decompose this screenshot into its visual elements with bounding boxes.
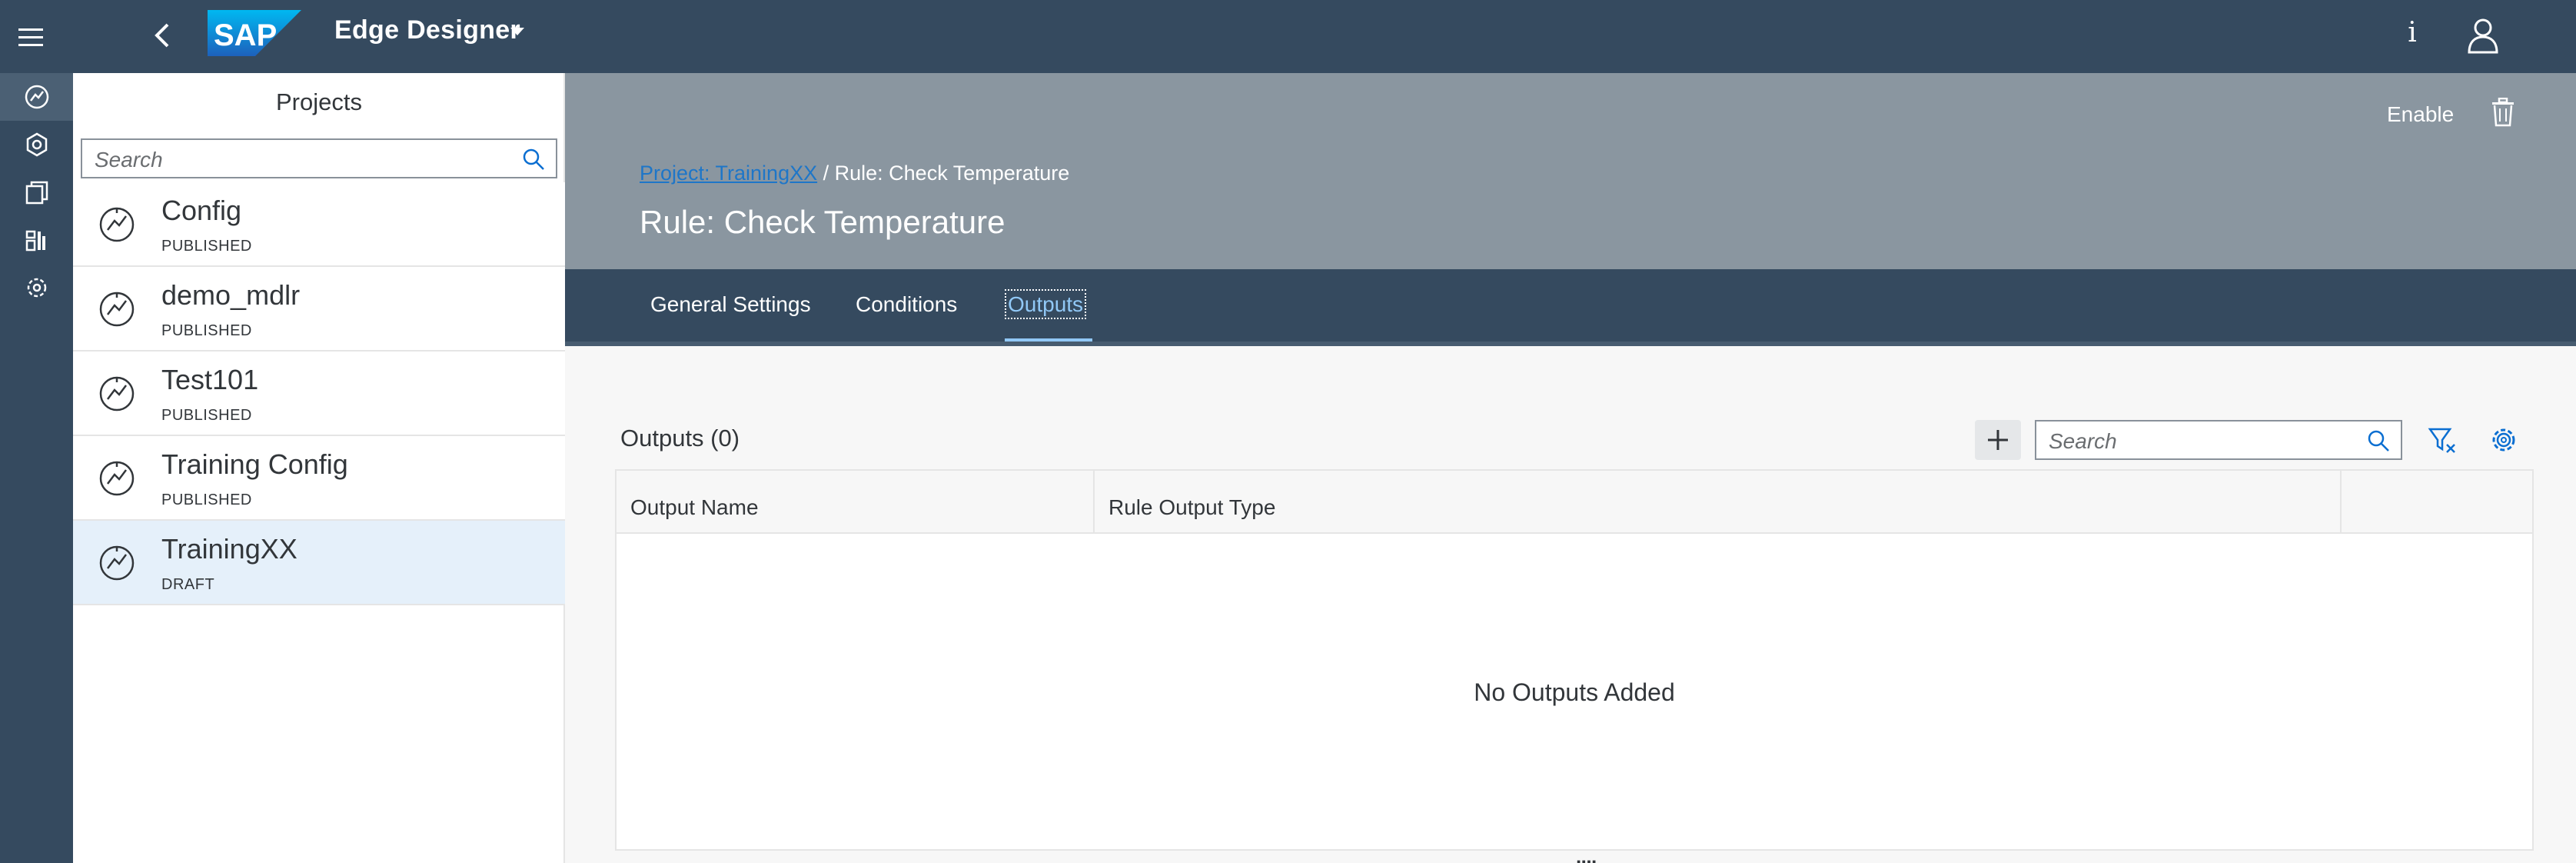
tab-selected-indicator bbox=[1005, 338, 1092, 342]
dashboard-icon bbox=[25, 230, 45, 252]
list-item[interactable]: demo_mdlr PUBLISHED bbox=[73, 267, 565, 352]
projects-panel: Projects Search Config PUBLISHED demo_md… bbox=[73, 73, 565, 863]
menu-icon[interactable] bbox=[11, 18, 51, 55]
list-item[interactable]: Training Config PUBLISHED bbox=[73, 436, 565, 521]
breadcrumb-current: Rule: Check Temperature bbox=[834, 162, 1070, 185]
project-name: Training Config bbox=[161, 448, 348, 480]
page-title: Rule: Check Temperature bbox=[640, 204, 1005, 240]
project-icon bbox=[99, 376, 135, 412]
user-icon[interactable] bbox=[2465, 15, 2501, 55]
rail-item-copy[interactable] bbox=[0, 168, 73, 216]
tab-outputs[interactable]: Outputs bbox=[1004, 289, 1087, 319]
rail-item-admin[interactable] bbox=[0, 264, 73, 312]
project-name: Config bbox=[161, 195, 242, 226]
project-icon bbox=[99, 292, 135, 327]
tab-general-settings[interactable]: General Settings bbox=[650, 292, 811, 317]
column-header-rule-output-type[interactable]: Rule Output Type bbox=[1095, 471, 2342, 534]
outputs-table: Output Name Rule Output Type No Outputs … bbox=[615, 469, 2534, 851]
search-icon[interactable] bbox=[2367, 429, 2390, 452]
project-name: TrainingXX bbox=[161, 533, 297, 565]
project-status: PUBLISHED bbox=[161, 407, 252, 424]
info-icon[interactable]: i bbox=[2397, 17, 2428, 54]
delete-icon[interactable] bbox=[2489, 98, 2517, 127]
tab-conditions[interactable]: Conditions bbox=[856, 292, 957, 317]
project-status: PUBLISHED bbox=[161, 322, 252, 339]
clear-filter-icon[interactable] bbox=[2425, 423, 2459, 457]
settings-network-icon bbox=[26, 132, 47, 157]
search-placeholder: Search bbox=[95, 148, 163, 172]
list-item[interactable]: Config PUBLISHED bbox=[73, 182, 565, 267]
add-output-button[interactable] bbox=[1975, 420, 2021, 460]
admin-settings-icon bbox=[27, 278, 46, 298]
table-header: Output Name Rule Output Type bbox=[617, 471, 2532, 534]
add-icon bbox=[1988, 430, 2008, 450]
breadcrumb-link-project[interactable]: Project: TrainingXX bbox=[640, 162, 817, 185]
object-header: Enable Project: TrainingXX / Rule: Check… bbox=[565, 73, 2576, 269]
project-icon bbox=[25, 85, 48, 109]
project-status: PUBLISHED bbox=[161, 238, 252, 255]
project-icon bbox=[99, 461, 135, 496]
project-icon bbox=[99, 207, 135, 242]
project-name: demo_mdlr bbox=[161, 279, 301, 311]
search-placeholder: Search bbox=[2049, 429, 2117, 453]
breadcrumb-separator: / bbox=[817, 162, 835, 185]
project-icon bbox=[99, 545, 135, 581]
column-header-actions bbox=[2342, 471, 2532, 534]
rail-item-dashboard[interactable] bbox=[0, 216, 73, 264]
caret-down-icon[interactable] bbox=[509, 26, 526, 37]
column-header-output-name[interactable]: Output Name bbox=[617, 471, 1095, 534]
outputs-search-input[interactable]: Search bbox=[2035, 420, 2402, 460]
list-item-selected[interactable]: TrainingXX DRAFT bbox=[73, 521, 565, 605]
project-list: Config PUBLISHED demo_mdlr PUBLISHED Tes… bbox=[73, 182, 565, 605]
rail-item-projects[interactable] bbox=[0, 73, 73, 121]
rail-item-network[interactable] bbox=[0, 121, 73, 168]
list-item[interactable]: Test101 PUBLISHED bbox=[73, 352, 565, 436]
empty-state-text: No Outputs Added bbox=[1474, 678, 1675, 706]
app-title[interactable]: Edge Designer bbox=[334, 15, 520, 45]
search-icon[interactable] bbox=[522, 148, 545, 171]
project-status: DRAFT bbox=[161, 576, 215, 593]
project-name: Test101 bbox=[161, 364, 259, 395]
sap-logo: SAP bbox=[208, 10, 301, 56]
settings-icon[interactable] bbox=[2487, 423, 2521, 457]
copy-icon bbox=[25, 181, 48, 205]
outputs-section: Outputs (0) Search Output Name Rule Outp… bbox=[565, 346, 2576, 863]
outputs-title: Outputs (0) bbox=[620, 425, 740, 451]
projects-heading: Projects bbox=[276, 88, 362, 115]
breadcrumb: Project: TrainingXX / Rule: Check Temper… bbox=[640, 162, 1069, 185]
shell-bar: SAP Edge Designer i bbox=[0, 0, 2576, 73]
resize-grip[interactable]: ···· bbox=[1576, 850, 1598, 863]
projects-search-input[interactable]: Search bbox=[81, 138, 557, 178]
navigation-rail bbox=[0, 73, 73, 863]
project-status: PUBLISHED bbox=[161, 491, 252, 508]
tab-bar: General Settings Conditions Outputs bbox=[565, 269, 2576, 346]
enable-button[interactable]: Enable bbox=[2387, 102, 2454, 127]
svg-text:SAP: SAP bbox=[214, 18, 277, 52]
back-icon[interactable] bbox=[145, 17, 181, 54]
